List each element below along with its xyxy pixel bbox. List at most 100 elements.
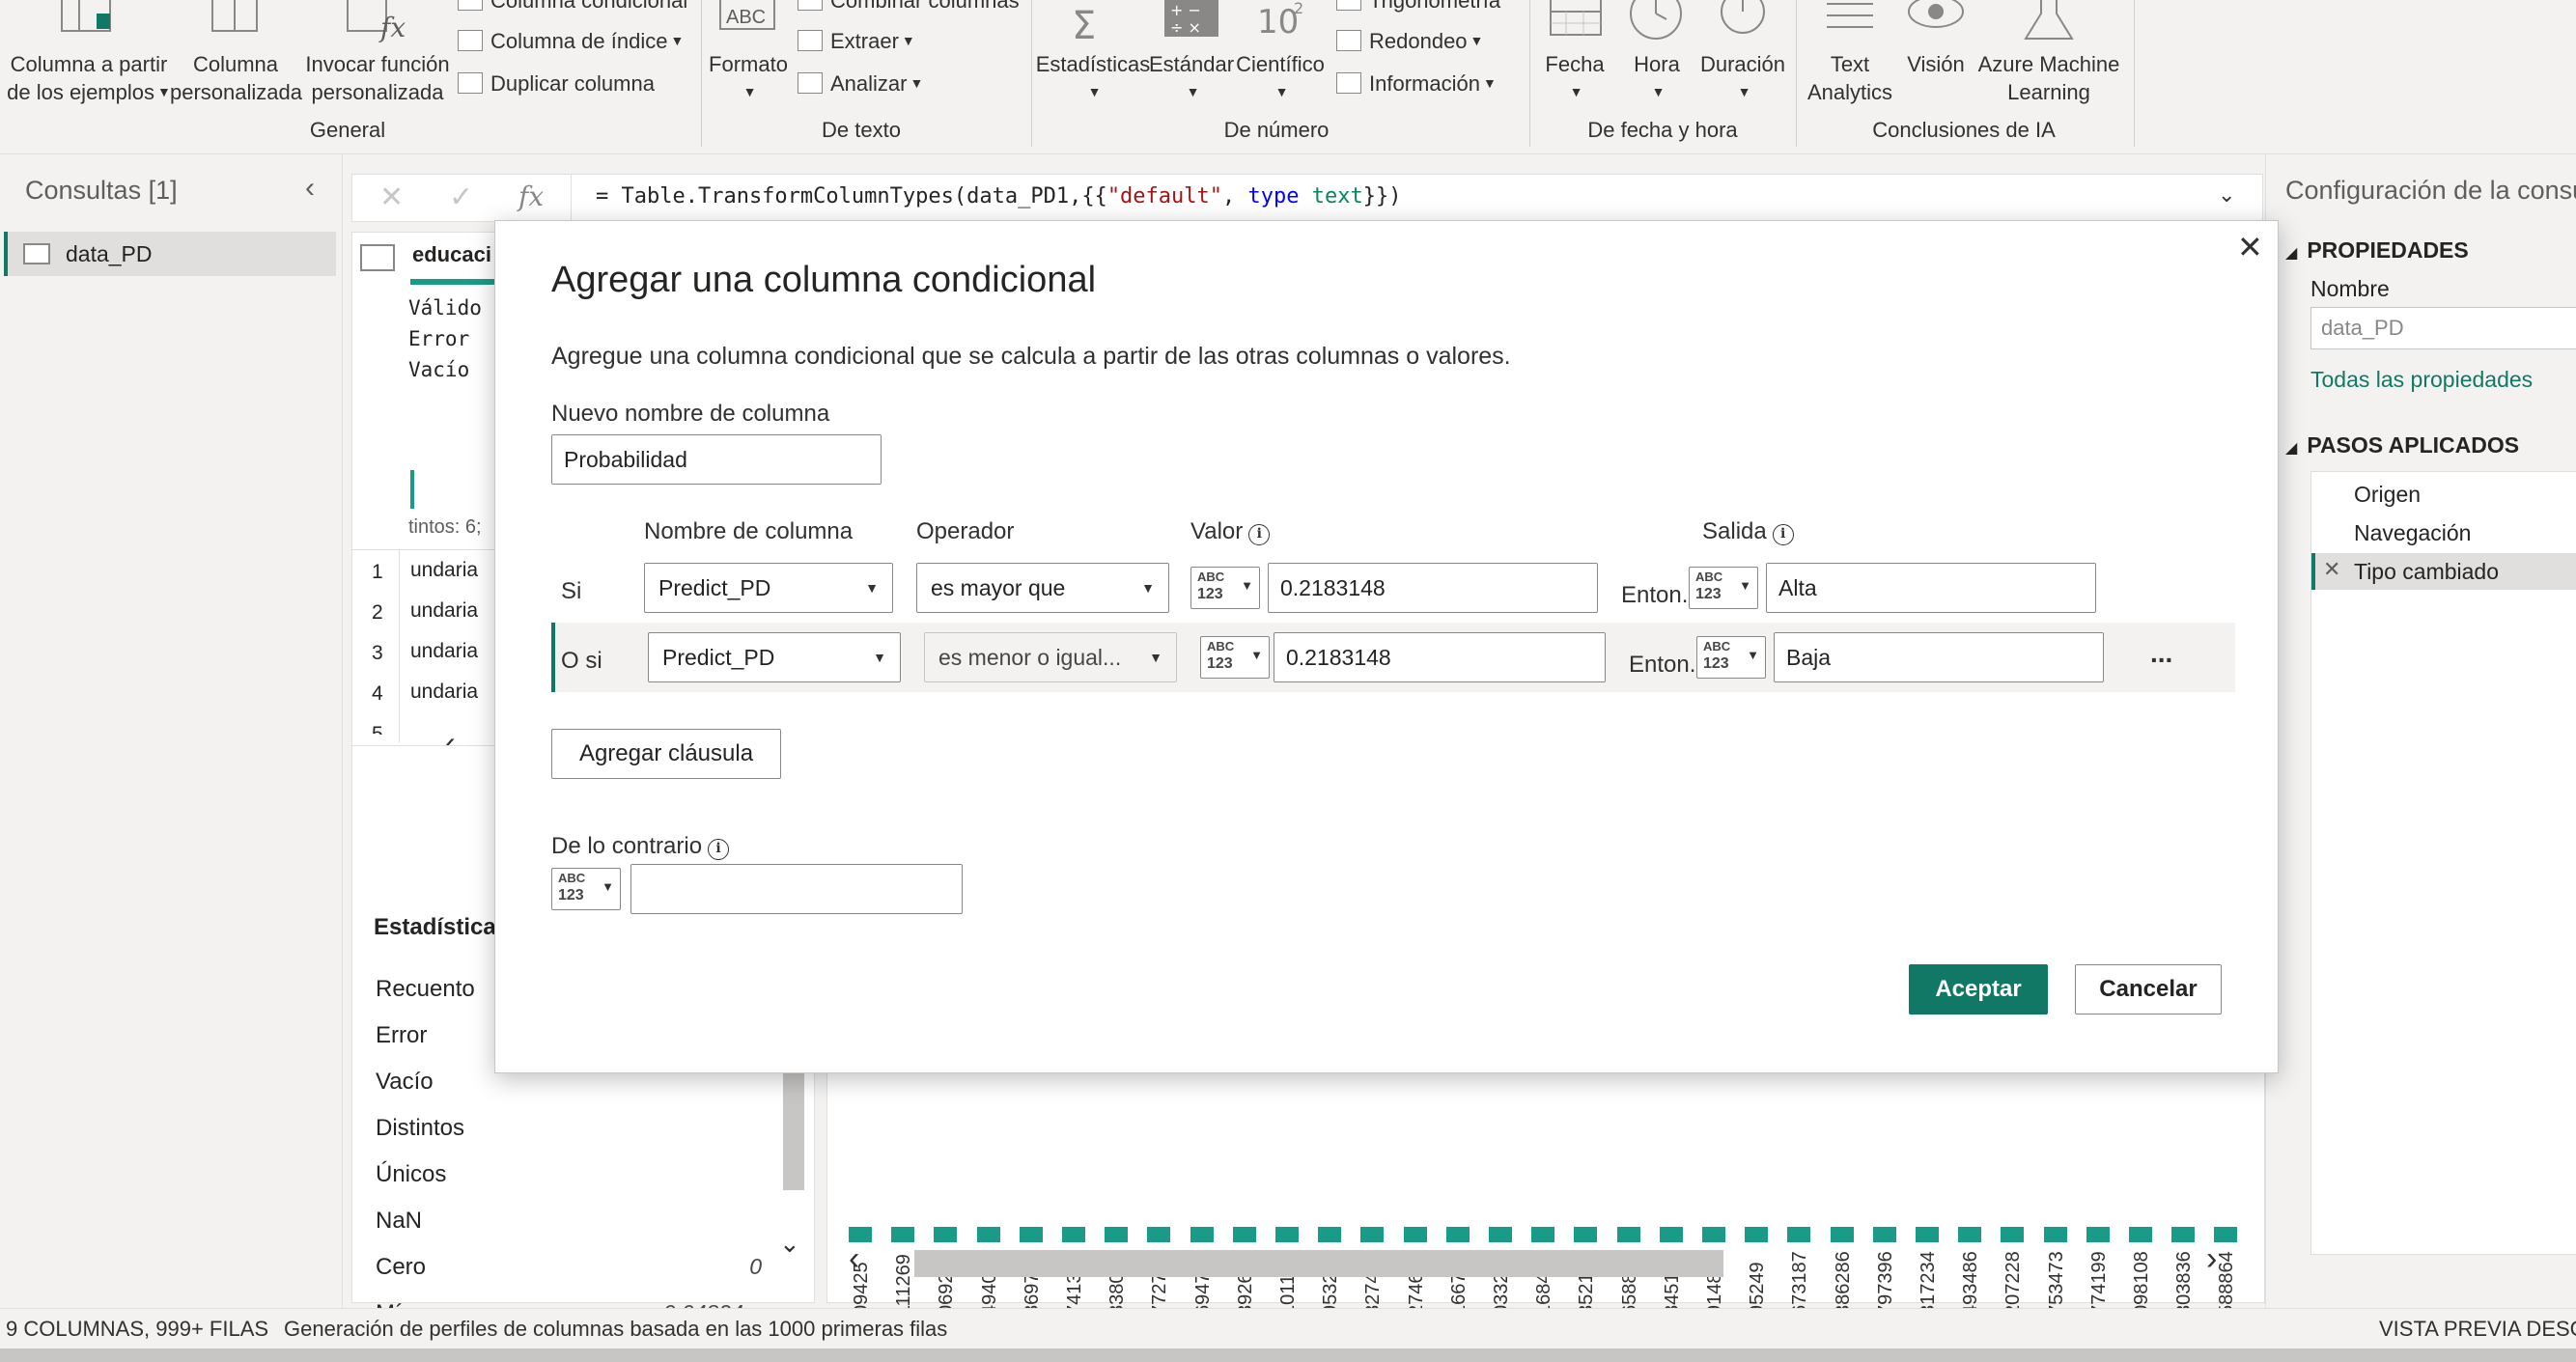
clause-row-selected[interactable]: O si Predict_PD ▼ es menor o igual... ▼ AB… [551,623,2235,692]
table-menu-icon[interactable] [360,244,395,271]
distribution-bar[interactable] [976,1227,1000,1242]
distribution-bar[interactable] [2171,1227,2196,1242]
applied-steps-list: Origen Navegación ✕ Tipo cambiado [2310,471,2576,1255]
distribution-bar[interactable] [891,1227,915,1242]
distribution-bar[interactable] [1872,1227,1896,1242]
distribution-bar[interactable] [1403,1227,1427,1242]
statistics-button[interactable]: Estadísticas ▼ [1035,50,1151,106]
distribution-bar[interactable] [2001,1227,2025,1242]
else-type-button[interactable]: ABC 123 ▼ [551,868,621,910]
duration-button[interactable]: Duración ▼ [1694,50,1792,106]
column-header[interactable]: educaci [412,242,491,267]
delete-step-icon[interactable]: ✕ [2323,557,2340,582]
column-from-examples-button[interactable]: Columna a partir de los ejemplos ▼ [4,50,174,106]
duplicate-column-button[interactable]: Duplicar columna [458,71,655,97]
step-item[interactable]: Navegación [2311,514,2576,551]
distribution-bar[interactable] [1147,1227,1171,1242]
scroll-right-icon[interactable]: › [2206,1240,2217,1278]
distribution-bar[interactable] [1445,1227,1470,1242]
status-profiling[interactable]: Generación de perfiles de columnas basad… [284,1317,947,1342]
invoke-function-button[interactable]: Invocar función personalizada [301,50,454,106]
distribution-bar[interactable] [934,1227,958,1242]
distribution-bar[interactable] [1105,1227,1129,1242]
fx-icon[interactable]: fx [518,181,544,212]
distribution-bar[interactable] [2129,1227,2152,1242]
applied-steps-section[interactable]: ◢ PASOS APLICADOS [2285,432,2519,459]
index-column-button[interactable]: Columna de índice ▼ [458,29,684,54]
step-item-selected[interactable]: ✕ Tipo cambiado [2311,553,2576,590]
distribution-bar[interactable] [1232,1227,1256,1242]
name-input[interactable]: data_PD [2310,307,2576,349]
distribution-bar[interactable] [2214,1227,2238,1242]
vision-button[interactable]: Visión [1894,50,1977,78]
operator-select[interactable]: es menor o igual... ▼ [924,632,1177,682]
azure-ml-button[interactable]: Azure Machine Learning [1974,50,2124,106]
expand-formula-icon[interactable]: ⌄ [2218,182,2235,208]
column-select[interactable]: Predict_PD ▼ [648,632,901,682]
cancel-formula-icon[interactable]: ✕ [379,181,404,214]
time-button[interactable]: Hora ▼ [1614,50,1699,106]
ok-button[interactable]: Aceptar [1909,964,2048,1015]
standard-button[interactable]: Estándar ▼ [1145,50,1238,106]
rounding-button[interactable]: Redondeo ▼ [1336,29,1483,54]
distribution-bar[interactable] [1958,1227,1982,1242]
output-type-button[interactable]: ABC 123 ▼ [1696,636,1766,679]
operator-select[interactable]: es mayor que ▼ [916,563,1169,613]
output-input[interactable] [1766,563,2096,613]
custom-column-button[interactable]: Columna personalizada [170,50,302,106]
output-input[interactable] [1774,632,2104,682]
distribution-bar[interactable] [1360,1227,1385,1242]
parse-button[interactable]: Analizar ▼ [798,71,923,97]
distribution-bar[interactable] [2043,1227,2067,1242]
value-type-button[interactable]: ABC 123 ▼ [1200,636,1270,679]
formula-text[interactable]: = Table.TransformColumnTypes(data_PD1,{{… [596,184,1402,208]
output-type-button[interactable]: ABC 123 ▼ [1689,567,1758,609]
query-item[interactable]: data_PD [4,232,336,276]
properties-section[interactable]: ◢ PROPIEDADES [2285,237,2469,264]
distribution-bar[interactable] [1019,1227,1043,1242]
distribution-bar[interactable] [1062,1227,1085,1242]
distribution-bar[interactable] [1830,1227,1854,1242]
all-properties-link[interactable]: Todas las propiedades [2310,367,2533,393]
value-input[interactable] [1268,563,1598,613]
distribution-bar[interactable] [1318,1227,1342,1242]
distribution-bar[interactable] [1702,1227,1725,1242]
value-input[interactable] [1274,632,1606,682]
new-column-name-input[interactable] [551,434,882,485]
extract-button[interactable]: Extraer ▼ [798,29,915,54]
scroll-left-icon[interactable]: ‹ [849,1240,859,1278]
distribution-bar[interactable] [1275,1227,1299,1242]
distribution-bar[interactable] [1531,1227,1555,1242]
cancel-button[interactable]: Cancelar [2075,964,2222,1015]
distribution-bar[interactable] [1489,1227,1512,1242]
column-select[interactable]: Predict_PD ▼ [644,563,893,613]
svg-text:2: 2 [1294,0,1303,17]
distribution-bar[interactable] [1916,1227,1939,1242]
scientific-button[interactable]: Científico ▼ [1232,50,1329,106]
value-type-button[interactable]: ABC 123 ▼ [1190,567,1260,609]
distribution-bar[interactable] [1787,1227,1811,1242]
format-button[interactable]: Formato ▼ [703,50,794,106]
step-item[interactable]: Origen [2311,476,2576,513]
statistics-title: Estadísticas [374,914,510,940]
scroll-down-icon[interactable]: ⌄ [779,1229,800,1259]
merge-columns-button[interactable]: Combinar columnas [798,0,1020,14]
distribution-bar[interactable] [1616,1227,1640,1242]
more-options-icon[interactable]: ... [2150,638,2172,669]
collapse-pane-icon[interactable]: ‹ [305,172,315,205]
distribution-bar[interactable] [2086,1227,2110,1242]
conditional-column-button[interactable]: Columna condicional [458,0,687,14]
scrollbar-thumb[interactable] [914,1250,1723,1277]
confirm-formula-icon[interactable]: ✓ [449,181,473,214]
distribution-bar[interactable] [1745,1227,1769,1242]
date-button[interactable]: Fecha ▼ [1535,50,1614,106]
close-icon[interactable]: ✕ [2237,229,2263,265]
distribution-bar[interactable] [1574,1227,1598,1242]
distribution-bar[interactable] [1190,1227,1214,1242]
text-analytics-button[interactable]: Text Analytics [1800,50,1900,106]
else-input[interactable] [630,864,963,914]
add-clause-button[interactable]: Agregar cláusula [551,729,781,779]
distribution-bar[interactable] [1659,1227,1683,1242]
trigonometry-button[interactable]: Trigonometría [1336,0,1500,14]
information-button[interactable]: Información ▼ [1336,71,1497,97]
